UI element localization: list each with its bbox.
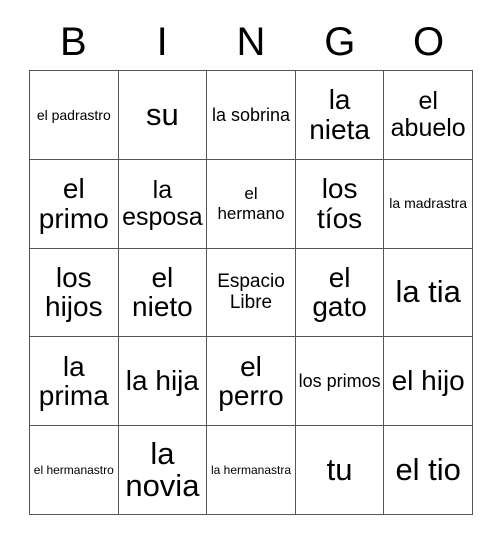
bingo-cell[interactable]: los tíos [295, 159, 385, 249]
bingo-cell-label: los primos [298, 371, 381, 392]
bingo-cell-label: su [146, 96, 179, 132]
bingo-cell[interactable]: el hermano [207, 159, 296, 249]
bingo-cell[interactable]: la madrastra [384, 159, 473, 249]
bingo-cell[interactable]: el abuelo [384, 71, 473, 160]
bingo-cell-label: la hija [125, 365, 199, 397]
header-letter-n: N [236, 20, 266, 64]
bingo-cell[interactable]: el padrastro [30, 71, 119, 160]
bingo-cell[interactable]: el nieto [118, 248, 208, 338]
bingo-cell-label: la sobrina [211, 104, 291, 125]
bingo-cell[interactable]: el perro [207, 337, 296, 427]
bingo-cell[interactable]: su [118, 71, 208, 160]
bingo-cell[interactable]: el hermanastro [30, 426, 119, 515]
bingo-cell-label: la esposa [122, 175, 203, 231]
bingo-cell-label: el gato [312, 261, 367, 323]
bingo-cell-label: la tia [395, 274, 461, 310]
bingo-cell-label: la prima [38, 350, 109, 412]
bingo-cell[interactable]: la esposa [118, 159, 208, 249]
bingo-cell[interactable]: el gato [295, 248, 385, 338]
bingo-card: B I N G O el padrastro su la sobrina la nie… [0, 0, 500, 544]
bingo-cell[interactable]: los primos [295, 337, 385, 427]
bingo-cell-label: el hermanastro [33, 462, 114, 477]
bingo-cell[interactable]: la nieta [295, 71, 385, 160]
bingo-grid: el padrastro su la sobrina la nieta el abuel… [29, 70, 473, 515]
bingo-cell-label: el perro [218, 350, 284, 412]
bingo-cell-label: el tio [395, 451, 461, 487]
bingo-cell[interactable]: la prima [30, 337, 119, 427]
bingo-cell-label: la nieta [309, 84, 370, 145]
bingo-cell-label: el hijo [391, 365, 465, 397]
bingo-cell-label: la madrastra [389, 195, 468, 212]
bingo-cell[interactable]: la tia [384, 248, 473, 338]
bingo-cell-label: los hijos [45, 261, 103, 323]
bingo-cell[interactable]: el primo [30, 159, 119, 249]
bingo-cell-label: la novia [125, 435, 200, 504]
header-letter-o: O [413, 20, 445, 64]
bingo-cell-label: el padrastro [36, 106, 111, 123]
bingo-cell-label: el primo [38, 173, 109, 234]
bingo-cell-label: los tíos [317, 173, 363, 234]
bingo-cell-free-space[interactable]: Espacio Libre [207, 248, 296, 338]
bingo-cell-label: la hermanastra [210, 462, 292, 477]
header-letter-b: B [60, 20, 87, 64]
bingo-cell-label: Espacio Libre [217, 271, 285, 314]
bingo-cell-label: el abuelo [390, 86, 466, 142]
bingo-cell[interactable]: la hermanastra [207, 426, 296, 515]
bingo-cell[interactable]: la novia [118, 426, 208, 515]
bingo-cell[interactable]: el hijo [384, 337, 473, 427]
bingo-cell-label: el nieto [132, 261, 193, 323]
bingo-cell-label: tu [326, 451, 353, 487]
bingo-header-row: B I N G O [29, 14, 473, 70]
bingo-cell[interactable]: la hija [118, 337, 208, 427]
bingo-cell[interactable]: los hijos [30, 248, 119, 338]
bingo-cell[interactable]: la sobrina [207, 71, 296, 160]
bingo-cell-label: el hermano [217, 184, 285, 223]
bingo-cell[interactable]: el tio [384, 426, 473, 515]
header-letter-g: G [324, 20, 356, 64]
header-letter-i: I [156, 20, 168, 64]
bingo-cell[interactable]: tu [295, 426, 385, 515]
